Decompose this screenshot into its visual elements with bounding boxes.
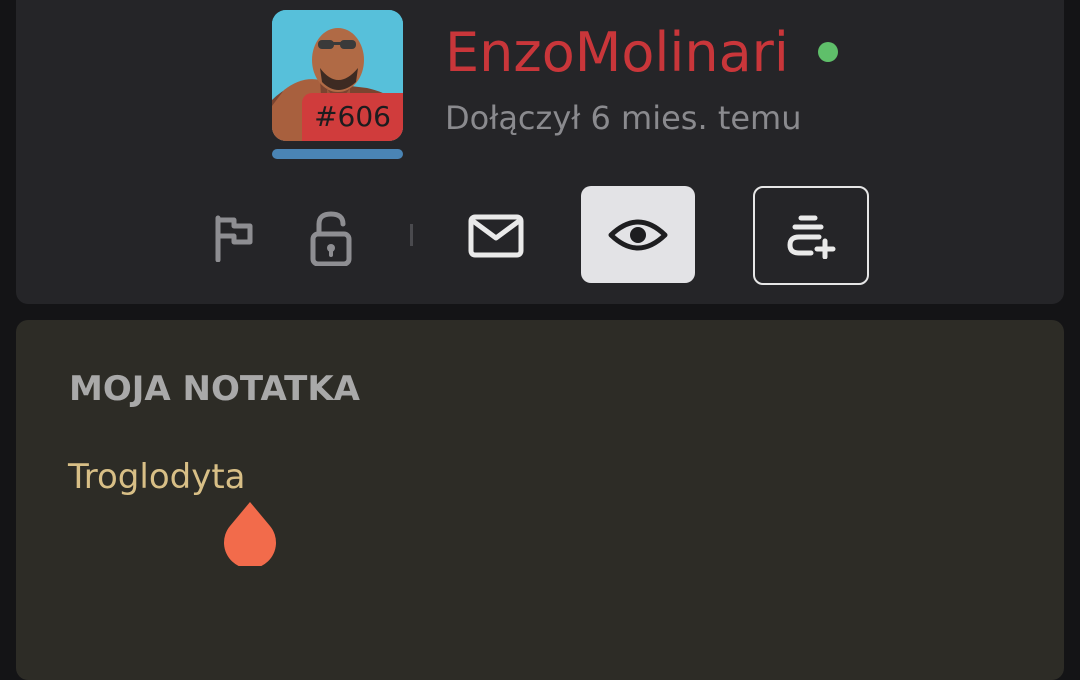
note-card: MOJA NOTATKA Troglodyta bbox=[16, 320, 1064, 680]
joined-date: Dołączył 6 mies. temu bbox=[445, 99, 802, 137]
note-input[interactable]: Troglodyta bbox=[68, 454, 246, 500]
block-button[interactable] bbox=[302, 206, 360, 270]
lock-open-icon bbox=[310, 211, 352, 266]
note-title: MOJA NOTATKA bbox=[69, 369, 360, 409]
report-button[interactable] bbox=[204, 208, 264, 268]
eye-icon bbox=[608, 219, 668, 250]
username: EnzoMolinari bbox=[445, 21, 789, 84]
actions-divider bbox=[410, 224, 413, 246]
mail-icon bbox=[468, 214, 524, 258]
avatar-container[interactable]: #606 bbox=[272, 10, 403, 141]
online-status-dot bbox=[818, 42, 838, 62]
text-caret-handle[interactable] bbox=[222, 500, 278, 566]
rank-badge: #606 bbox=[302, 93, 403, 141]
add-to-list-icon bbox=[787, 215, 836, 259]
message-button[interactable] bbox=[466, 208, 526, 264]
flag-icon bbox=[215, 215, 253, 262]
watch-button[interactable] bbox=[581, 186, 695, 283]
add-to-list-button[interactable] bbox=[753, 186, 869, 285]
level-bar bbox=[272, 149, 403, 159]
profile-card: #606 EnzoMolinari Dołączył 6 mies. temu bbox=[16, 0, 1064, 304]
